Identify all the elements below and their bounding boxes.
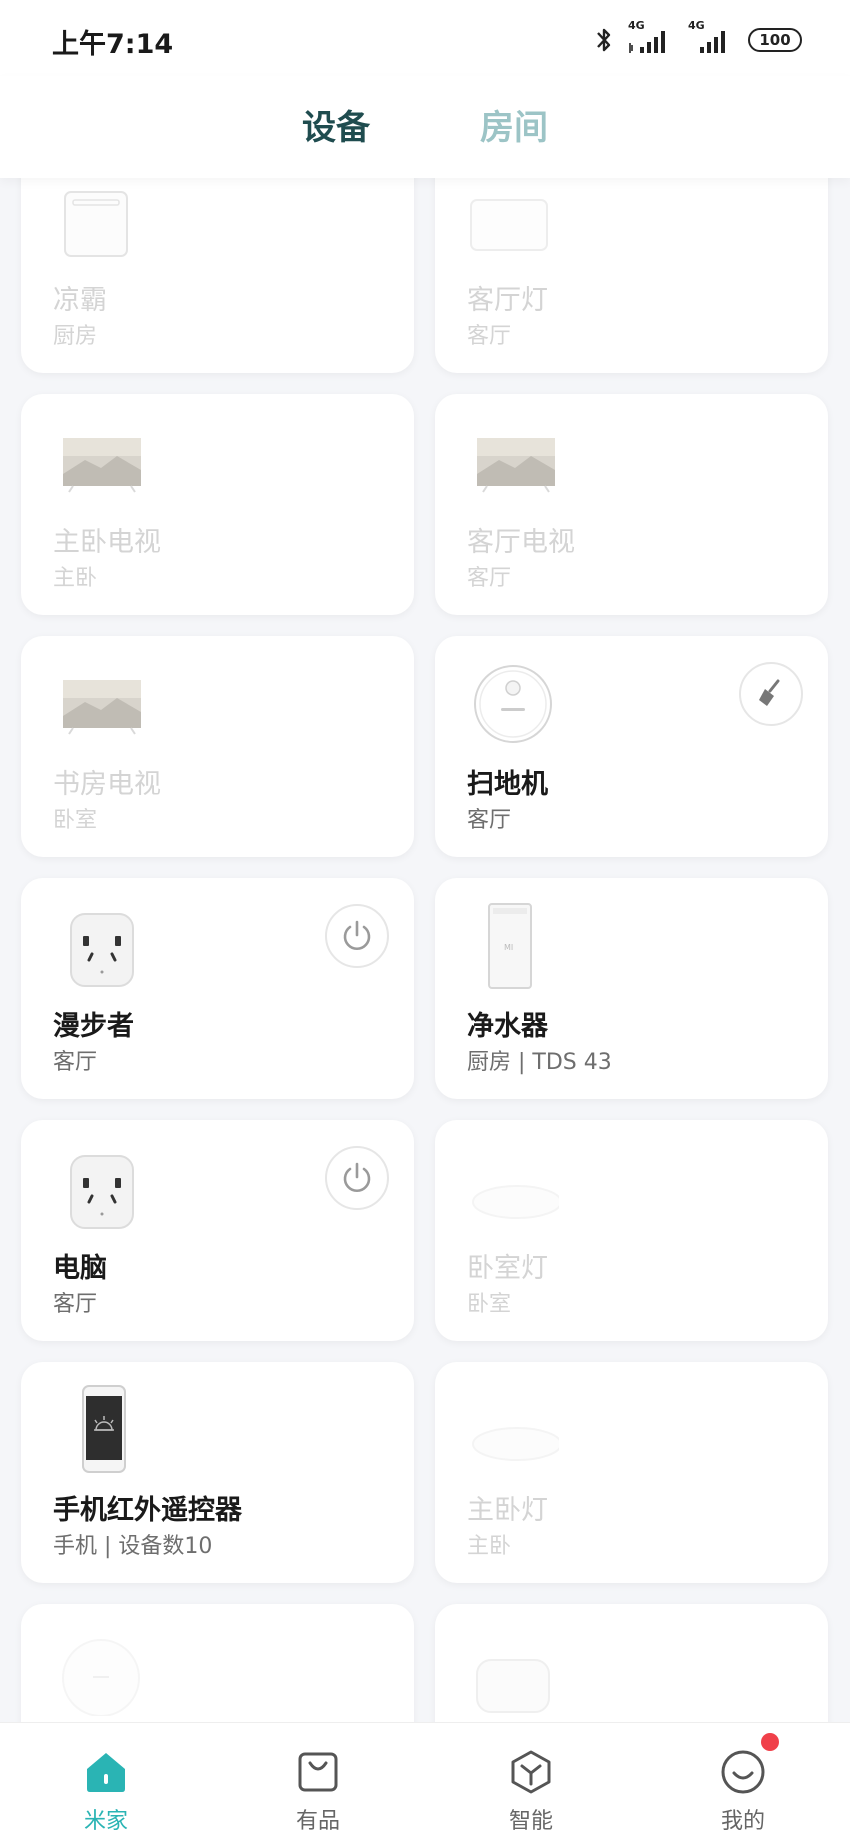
device-room: 厨房 (53, 324, 98, 349)
device-room: 客厅 (53, 1050, 98, 1075)
battery-level: 100 (759, 31, 791, 49)
svg-text:MI: MI (504, 943, 513, 952)
device-card[interactable]: 漫步者 客厅 (21, 878, 414, 1099)
smart-plug-icon (70, 913, 134, 987)
device-room: 卧室 (53, 808, 98, 833)
ceiling-light-icon (472, 1185, 559, 1219)
signal-bars-icon (700, 31, 725, 53)
tv-icon (63, 680, 141, 735)
device-card[interactable] (21, 1604, 414, 1722)
device-name: 书房电视 (53, 769, 161, 800)
device-card[interactable]: 客厅电视 客厅 (435, 394, 828, 615)
device-room: 客厅 (467, 324, 512, 349)
smart-plug-icon (70, 1155, 134, 1229)
automation-icon (511, 1750, 551, 1794)
device-room: 主卧 (53, 566, 98, 591)
bottom-nav: 米家 有品 智能 我的 (0, 1722, 850, 1842)
power-icon (343, 920, 371, 950)
device-name: 手机红外遥控器 (53, 1495, 242, 1526)
profile-icon (721, 1750, 765, 1794)
power-icon (343, 1162, 371, 1192)
device-card[interactable] (435, 1604, 828, 1722)
broom-icon (759, 679, 780, 706)
nav-item-home[interactable]: 米家 (0, 1723, 212, 1842)
device-card[interactable]: 手机红外遥控器 手机 | 设备数10 (21, 1362, 414, 1583)
power-toggle-button[interactable] (325, 1146, 389, 1210)
device-list[interactable]: 凉霸 厨房 客厅灯 客厅 主卧电视 主卧 客厅电视 客厅 书房电视 卧室 扫地机… (0, 178, 850, 1722)
ceiling-light-icon (472, 1427, 559, 1461)
nav-item-shop[interactable]: 有品 (212, 1723, 424, 1842)
device-card[interactable]: 电脑 客厅 (21, 1120, 414, 1341)
signal-bars-icon (629, 31, 665, 53)
tv-icon (477, 438, 555, 493)
device-name: 主卧灯 (467, 1495, 548, 1526)
tv-icon (63, 438, 141, 493)
battery-icon: 100 (748, 28, 802, 52)
device-card[interactable]: MI 净水器 厨房 | TDS 43 (435, 878, 828, 1099)
home-icon (87, 1753, 125, 1792)
device-room: 客厅 (467, 566, 512, 591)
device-name: 漫步者 (53, 1011, 134, 1042)
device-room: 客厅 (467, 808, 512, 833)
device-card[interactable]: 凉霸 厨房 (21, 178, 414, 373)
device-name: 卧室灯 (467, 1253, 548, 1284)
device-room: 手机 | 设备数10 (53, 1534, 213, 1559)
nav-item-smart[interactable]: 智能 (425, 1723, 637, 1842)
device-room: 主卧 (467, 1534, 512, 1559)
power-toggle-button[interactable] (325, 904, 389, 968)
nav-label: 智能 (508, 1809, 553, 1834)
device-name: 客厅灯 (467, 285, 548, 316)
bluetooth-icon (597, 28, 611, 52)
water-purifier-icon: MI (488, 903, 532, 989)
nav-label: 我的 (720, 1809, 765, 1834)
shopping-bag-icon (298, 1752, 338, 1792)
robot-vacuum-icon (474, 665, 552, 743)
device-name: 凉霸 (53, 285, 107, 316)
status-bar: 上午7:14 4G 4G 100 (0, 0, 850, 76)
device-card[interactable]: 卧室灯 卧室 (435, 1120, 828, 1341)
device-card[interactable]: 扫地机 客厅 (435, 636, 828, 857)
nav-label: 有品 (295, 1809, 340, 1834)
clean-action-button[interactable] (739, 662, 803, 726)
device-room: 客厅 (53, 1292, 98, 1317)
tab-devices[interactable]: 设备 (302, 100, 370, 149)
device-room: 厨房 | TDS 43 (467, 1050, 612, 1075)
device-card[interactable]: 主卧电视 主卧 (21, 394, 414, 615)
device-name: 扫地机 (467, 769, 548, 800)
signal-2: 4G (688, 19, 734, 55)
hub-device-icon (476, 1659, 550, 1713)
tab-rooms[interactable]: 房间 (480, 100, 548, 149)
device-name: 电脑 (53, 1253, 107, 1284)
device-name: 主卧电视 (53, 527, 161, 558)
round-device-icon (62, 1639, 140, 1716)
notification-badge (761, 1733, 779, 1751)
device-card[interactable]: 主卧灯 主卧 (435, 1362, 828, 1583)
bath-heater-icon (64, 191, 128, 257)
panel-light-icon (470, 199, 548, 251)
device-room: 卧室 (467, 1292, 512, 1317)
nav-label: 米家 (83, 1809, 128, 1834)
header-tabs: 设备 房间 (0, 76, 850, 178)
status-time: 上午7:14 (52, 29, 174, 60)
device-name: 客厅电视 (467, 527, 575, 558)
signal-1: 4G (628, 19, 674, 55)
nav-item-profile[interactable]: 我的 (637, 1723, 849, 1842)
device-card[interactable]: 书房电视 卧室 (21, 636, 414, 857)
status-icons: 4G 4G 100 (594, 19, 802, 60)
device-name: 净水器 (467, 1011, 548, 1042)
phone-remote-icon (82, 1385, 126, 1473)
device-card[interactable]: 客厅灯 客厅 (435, 178, 828, 373)
